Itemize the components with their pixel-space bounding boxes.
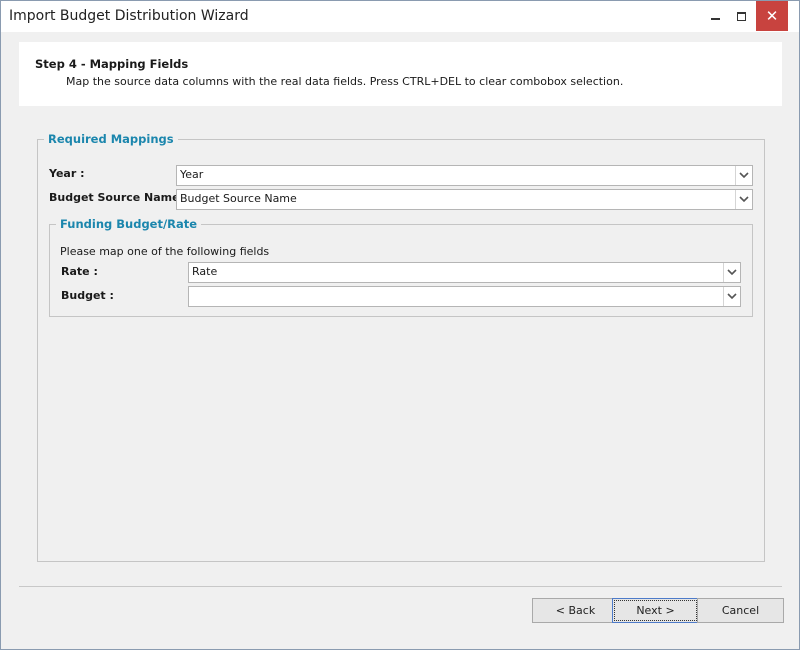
rate-combobox-value: Rate: [192, 265, 218, 278]
required-mappings-group: Required Mappings Year : Year Budget Sou…: [37, 132, 765, 562]
close-icon: ✕: [765, 7, 779, 25]
maximize-button[interactable]: [727, 1, 757, 32]
mapping-panel: Required Mappings Year : Year Budget Sou…: [19, 120, 782, 584]
year-combobox-value: Year: [180, 168, 204, 181]
required-mappings-legend: Required Mappings: [48, 132, 174, 146]
rate-dropdown-button[interactable]: [723, 263, 740, 282]
budget-label: Budget :: [61, 289, 114, 302]
chevron-down-icon: [727, 269, 737, 276]
footer-separator: [19, 586, 782, 587]
chevron-down-icon: [739, 196, 749, 203]
rate-combobox[interactable]: Rate: [188, 262, 741, 283]
title-bar: Import Budget Distribution Wizard ✕: [1, 1, 799, 32]
chevron-down-icon: [739, 172, 749, 179]
budget-combobox[interactable]: [188, 286, 741, 307]
window-title: Import Budget Distribution Wizard: [9, 8, 249, 24]
close-button[interactable]: ✕: [756, 1, 788, 31]
funding-budget-rate-legend: Funding Budget/Rate: [60, 217, 198, 231]
next-button-focus-rect: [614, 600, 697, 621]
maximize-icon: [737, 12, 746, 21]
back-button[interactable]: < Back: [532, 598, 619, 623]
year-combobox[interactable]: Year: [176, 165, 753, 186]
budget-source-name-dropdown-button[interactable]: [735, 190, 752, 209]
year-dropdown-button[interactable]: [735, 166, 752, 185]
step-header: Step 4 - Mapping Fields Map the source d…: [19, 42, 782, 106]
minimize-icon: [711, 18, 720, 20]
funding-budget-rate-group: Funding Budget/Rate Please map one of th…: [49, 217, 753, 317]
chevron-down-icon: [727, 293, 737, 300]
budget-dropdown-button[interactable]: [723, 287, 740, 306]
next-button[interactable]: Next >: [612, 598, 699, 623]
cancel-button[interactable]: Cancel: [697, 598, 784, 623]
budget-source-name-label: Budget Source Name :: [49, 191, 188, 204]
wizard-window: Import Budget Distribution Wizard ✕ Step…: [0, 0, 800, 650]
budget-source-name-combobox[interactable]: Budget Source Name: [176, 189, 753, 210]
step-description: Map the source data columns with the rea…: [66, 75, 624, 88]
budget-source-name-combobox-value: Budget Source Name: [180, 192, 297, 205]
step-title: Step 4 - Mapping Fields: [35, 57, 189, 71]
rate-label: Rate :: [61, 265, 98, 278]
year-label: Year :: [49, 167, 85, 180]
funding-hint-text: Please map one of the following fields: [60, 245, 270, 258]
